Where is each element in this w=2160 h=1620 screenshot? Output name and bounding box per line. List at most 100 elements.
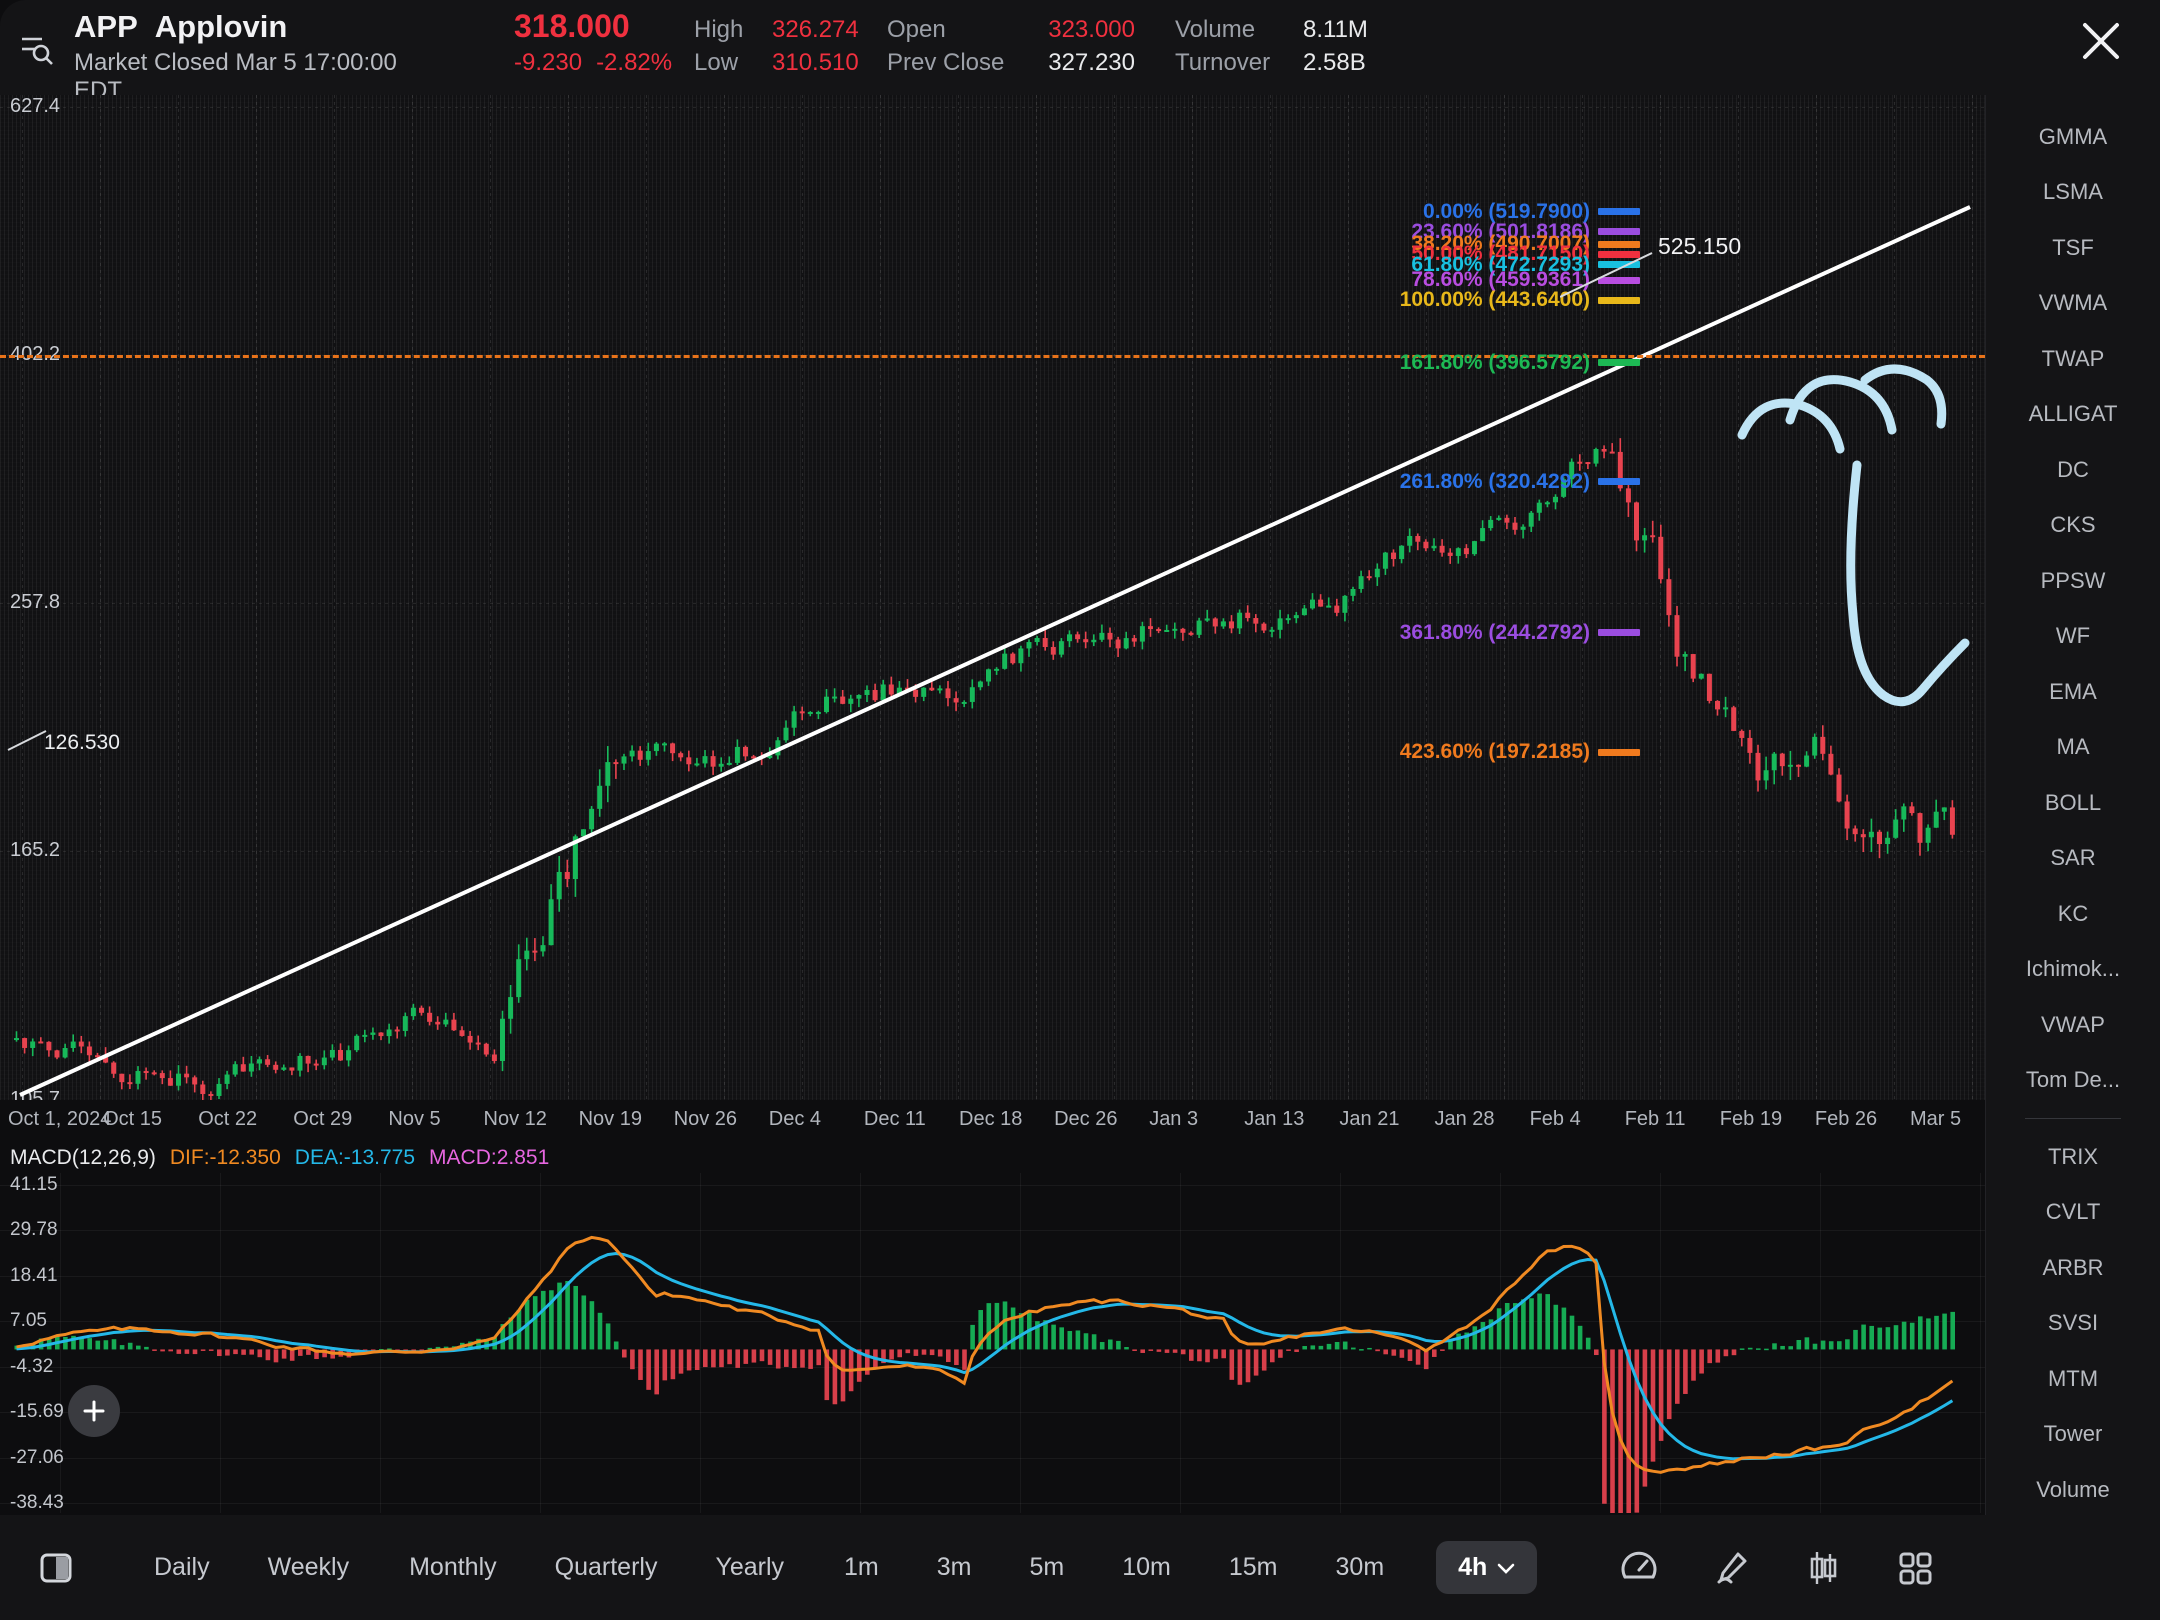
fib-level-line <box>1598 478 1640 486</box>
candlestick-icon[interactable] <box>1803 1548 1843 1588</box>
timeframe-selector[interactable]: 4h <box>1436 1541 1538 1594</box>
fib-level-row[interactable]: 161.80% (396.5792) <box>0 351 1640 375</box>
sidebar-item-ppsw[interactable]: PPSW <box>1986 553 2160 609</box>
low-tag-leader-line <box>7 730 47 751</box>
fib-level-row[interactable]: 423.60% (197.2185) <box>0 740 1640 764</box>
period-monthly[interactable]: Monthly <box>409 1553 497 1582</box>
low-value: 310.510 <box>772 49 859 76</box>
sidebar-item-twap[interactable]: TWAP <box>1986 331 2160 387</box>
timeframe-label: 4h <box>1458 1553 1488 1581</box>
sidebar-item-lsma[interactable]: LSMA <box>1986 165 2160 221</box>
sidebar-item-tower[interactable]: Tower <box>1986 1407 2160 1463</box>
sidebar-separator <box>2025 1118 2121 1119</box>
fib-level-line <box>1598 208 1640 216</box>
date-axis: Oct 1, 2024 Oct 15 Oct 22 Oct 29 Nov 5 Nov 12… <box>0 1100 1985 1138</box>
period-buttons[interactable]: Daily Weekly Monthly Quarterly Yearly 1m 3m 5m 1… <box>74 1553 1384 1582</box>
fib-level-row[interactable]: 261.80% (320.4292) <box>0 470 1640 494</box>
close-icon[interactable] <box>2072 12 2130 70</box>
sidebar-item-arbr[interactable]: ARBR <box>1986 1240 2160 1296</box>
search-list-icon[interactable] <box>0 0 74 95</box>
low-label: Low <box>694 49 739 76</box>
sidebar-item-ma[interactable]: MA <box>1986 720 2160 776</box>
pencil-icon[interactable] <box>1711 1548 1751 1588</box>
macd-dea-value: DEA:-13.775 <box>294 1146 416 1169</box>
sidebar-item-tom-de[interactable]: Tom De... <box>1986 1053 2160 1109</box>
period-15m[interactable]: 15m <box>1229 1553 1278 1582</box>
turnover-value: 2.58B <box>1303 49 1366 76</box>
price-change-pct: -2.82% <box>596 49 673 76</box>
header-info: APP Applovin 318.000 High 326.274 Open 3… <box>74 0 1413 104</box>
period-daily[interactable]: Daily <box>154 1553 210 1582</box>
date-axis-label: Nov 26 <box>673 1108 738 1130</box>
open-label: Open <box>887 16 946 43</box>
chart-app-window: APP Applovin 318.000 High 326.274 Open 3… <box>0 0 2160 1620</box>
volume-label: Volume <box>1175 16 1256 43</box>
sidebar-item-alligat[interactable]: ALLIGAT <box>1986 387 2160 443</box>
prev-close-value: 327.230 <box>1048 49 1135 76</box>
period-1m[interactable]: 1m <box>844 1553 879 1582</box>
macd-panel[interactable]: 41.15 29.78 18.41 7.05 -4.32 -15.69 -27.06 -38.… <box>0 1173 1985 1513</box>
period-quarterly[interactable]: Quarterly <box>555 1553 658 1582</box>
sidebar-item-cvlt[interactable]: CVLT <box>1986 1185 2160 1241</box>
sidebar-item-ichimok[interactable]: Ichimok... <box>1986 942 2160 998</box>
turnover-label: Turnover <box>1175 49 1271 76</box>
sidebar-item-vwma[interactable]: VWMA <box>1986 276 2160 332</box>
header-row-primary: APP Applovin 318.000 High 326.274 Open 3… <box>74 8 1413 49</box>
price-change: -9.230 <box>514 49 583 76</box>
macd-value: MACD:2.851 <box>429 1146 550 1169</box>
indicator-sidebar[interactable]: GMMA LSMA TSF VWMA TWAP ALLIGAT DC CKS PPSW WF EMA… <box>1985 95 2160 1557</box>
split-layout-icon[interactable] <box>38 1550 74 1586</box>
sidebar-item-sar[interactable]: SAR <box>1986 831 2160 887</box>
period-30m[interactable]: 30m <box>1336 1553 1385 1582</box>
period-10m[interactable]: 10m <box>1122 1553 1171 1582</box>
sidebar-item-wf[interactable]: WF <box>1986 609 2160 665</box>
date-axis-label: Dec 11 <box>863 1108 926 1130</box>
date-axis-label: Feb 26 <box>1814 1108 1878 1130</box>
gauge-icon[interactable] <box>1619 1548 1659 1588</box>
high-value: 326.274 <box>772 16 859 43</box>
sidebar-item-volume[interactable]: Volume <box>1986 1462 2160 1518</box>
date-axis-label: Oct 1, 2024 <box>8 1108 112 1130</box>
date-axis-label: Feb 19 <box>1719 1108 1783 1130</box>
date-axis-label: Jan 21 <box>1339 1108 1400 1130</box>
date-axis-label: Mar 5 <box>1910 1108 1962 1130</box>
sidebar-item-boll[interactable]: BOLL <box>1986 775 2160 831</box>
date-axis-label: Dec 18 <box>959 1108 1023 1130</box>
fib-level-row[interactable]: 361.80% (244.2792) <box>0 621 1640 645</box>
date-axis-label: Jan 28 <box>1434 1108 1495 1130</box>
fib-level-line <box>1598 748 1640 756</box>
prev-close-label: Prev Close <box>887 49 1005 76</box>
bottom-toolbar: Daily Weekly Monthly Quarterly Yearly 1m 3m 5m 1… <box>0 1515 2160 1620</box>
date-axis-label: Feb 11 <box>1624 1108 1686 1130</box>
grid-apps-icon[interactable] <box>1895 1548 1935 1588</box>
period-3m[interactable]: 3m <box>937 1553 972 1582</box>
sidebar-item-mtm[interactable]: MTM <box>1986 1351 2160 1407</box>
fib-level-row[interactable]: 100.00% (443.6400) <box>0 288 1640 312</box>
sidebar-item-kc[interactable]: KC <box>1986 886 2160 942</box>
sidebar-item-svsi[interactable]: SVSI <box>1986 1296 2160 1352</box>
sidebar-item-cks[interactable]: CKS <box>1986 498 2160 554</box>
macd-legend: MACD(12,26,9) DIF:-12.350 DEA:-13.775 MA… <box>0 1143 1985 1173</box>
date-axis-label: Oct 15 <box>103 1108 163 1130</box>
fib-level-line <box>1598 359 1640 367</box>
price-tag-leader-line <box>1560 252 1653 298</box>
period-yearly[interactable]: Yearly <box>715 1553 784 1582</box>
sidebar-item-trix[interactable]: TRIX <box>1986 1129 2160 1185</box>
sidebar-item-ema[interactable]: EMA <box>1986 664 2160 720</box>
period-5m[interactable]: 5m <box>1030 1553 1065 1582</box>
sidebar-item-gmma[interactable]: GMMA <box>1986 109 2160 165</box>
date-axis-label: Oct 22 <box>198 1108 258 1130</box>
date-axis-label: Nov 19 <box>578 1108 642 1130</box>
sidebar-item-dc[interactable]: DC <box>1986 442 2160 498</box>
fib-level-label: 423.60% (197.2185) <box>1399 740 1590 764</box>
date-axis-label: Feb 4 <box>1529 1108 1581 1130</box>
open-value: 323.000 <box>1048 16 1135 43</box>
sidebar-item-tsf[interactable]: TSF <box>1986 220 2160 276</box>
plus-icon[interactable] <box>68 1385 120 1437</box>
chevron-down-icon <box>1498 1563 1515 1574</box>
header-bar: APP Applovin 318.000 High 326.274 Open 3… <box>0 0 2160 104</box>
price-chart[interactable]: 627.4 402.2 257.8 165.2 105.7 0.00% (519.790… <box>0 95 1985 1115</box>
sidebar-item-vwap[interactable]: VWAP <box>1986 997 2160 1053</box>
high-label: High <box>694 16 744 43</box>
period-weekly[interactable]: Weekly <box>268 1553 350 1582</box>
